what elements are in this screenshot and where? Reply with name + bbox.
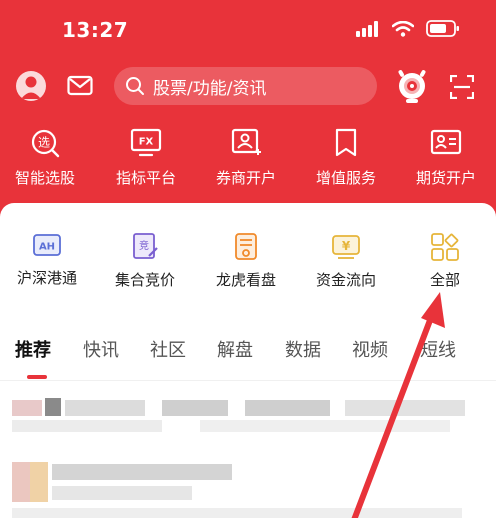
annotation-arrow — [351, 292, 445, 518]
